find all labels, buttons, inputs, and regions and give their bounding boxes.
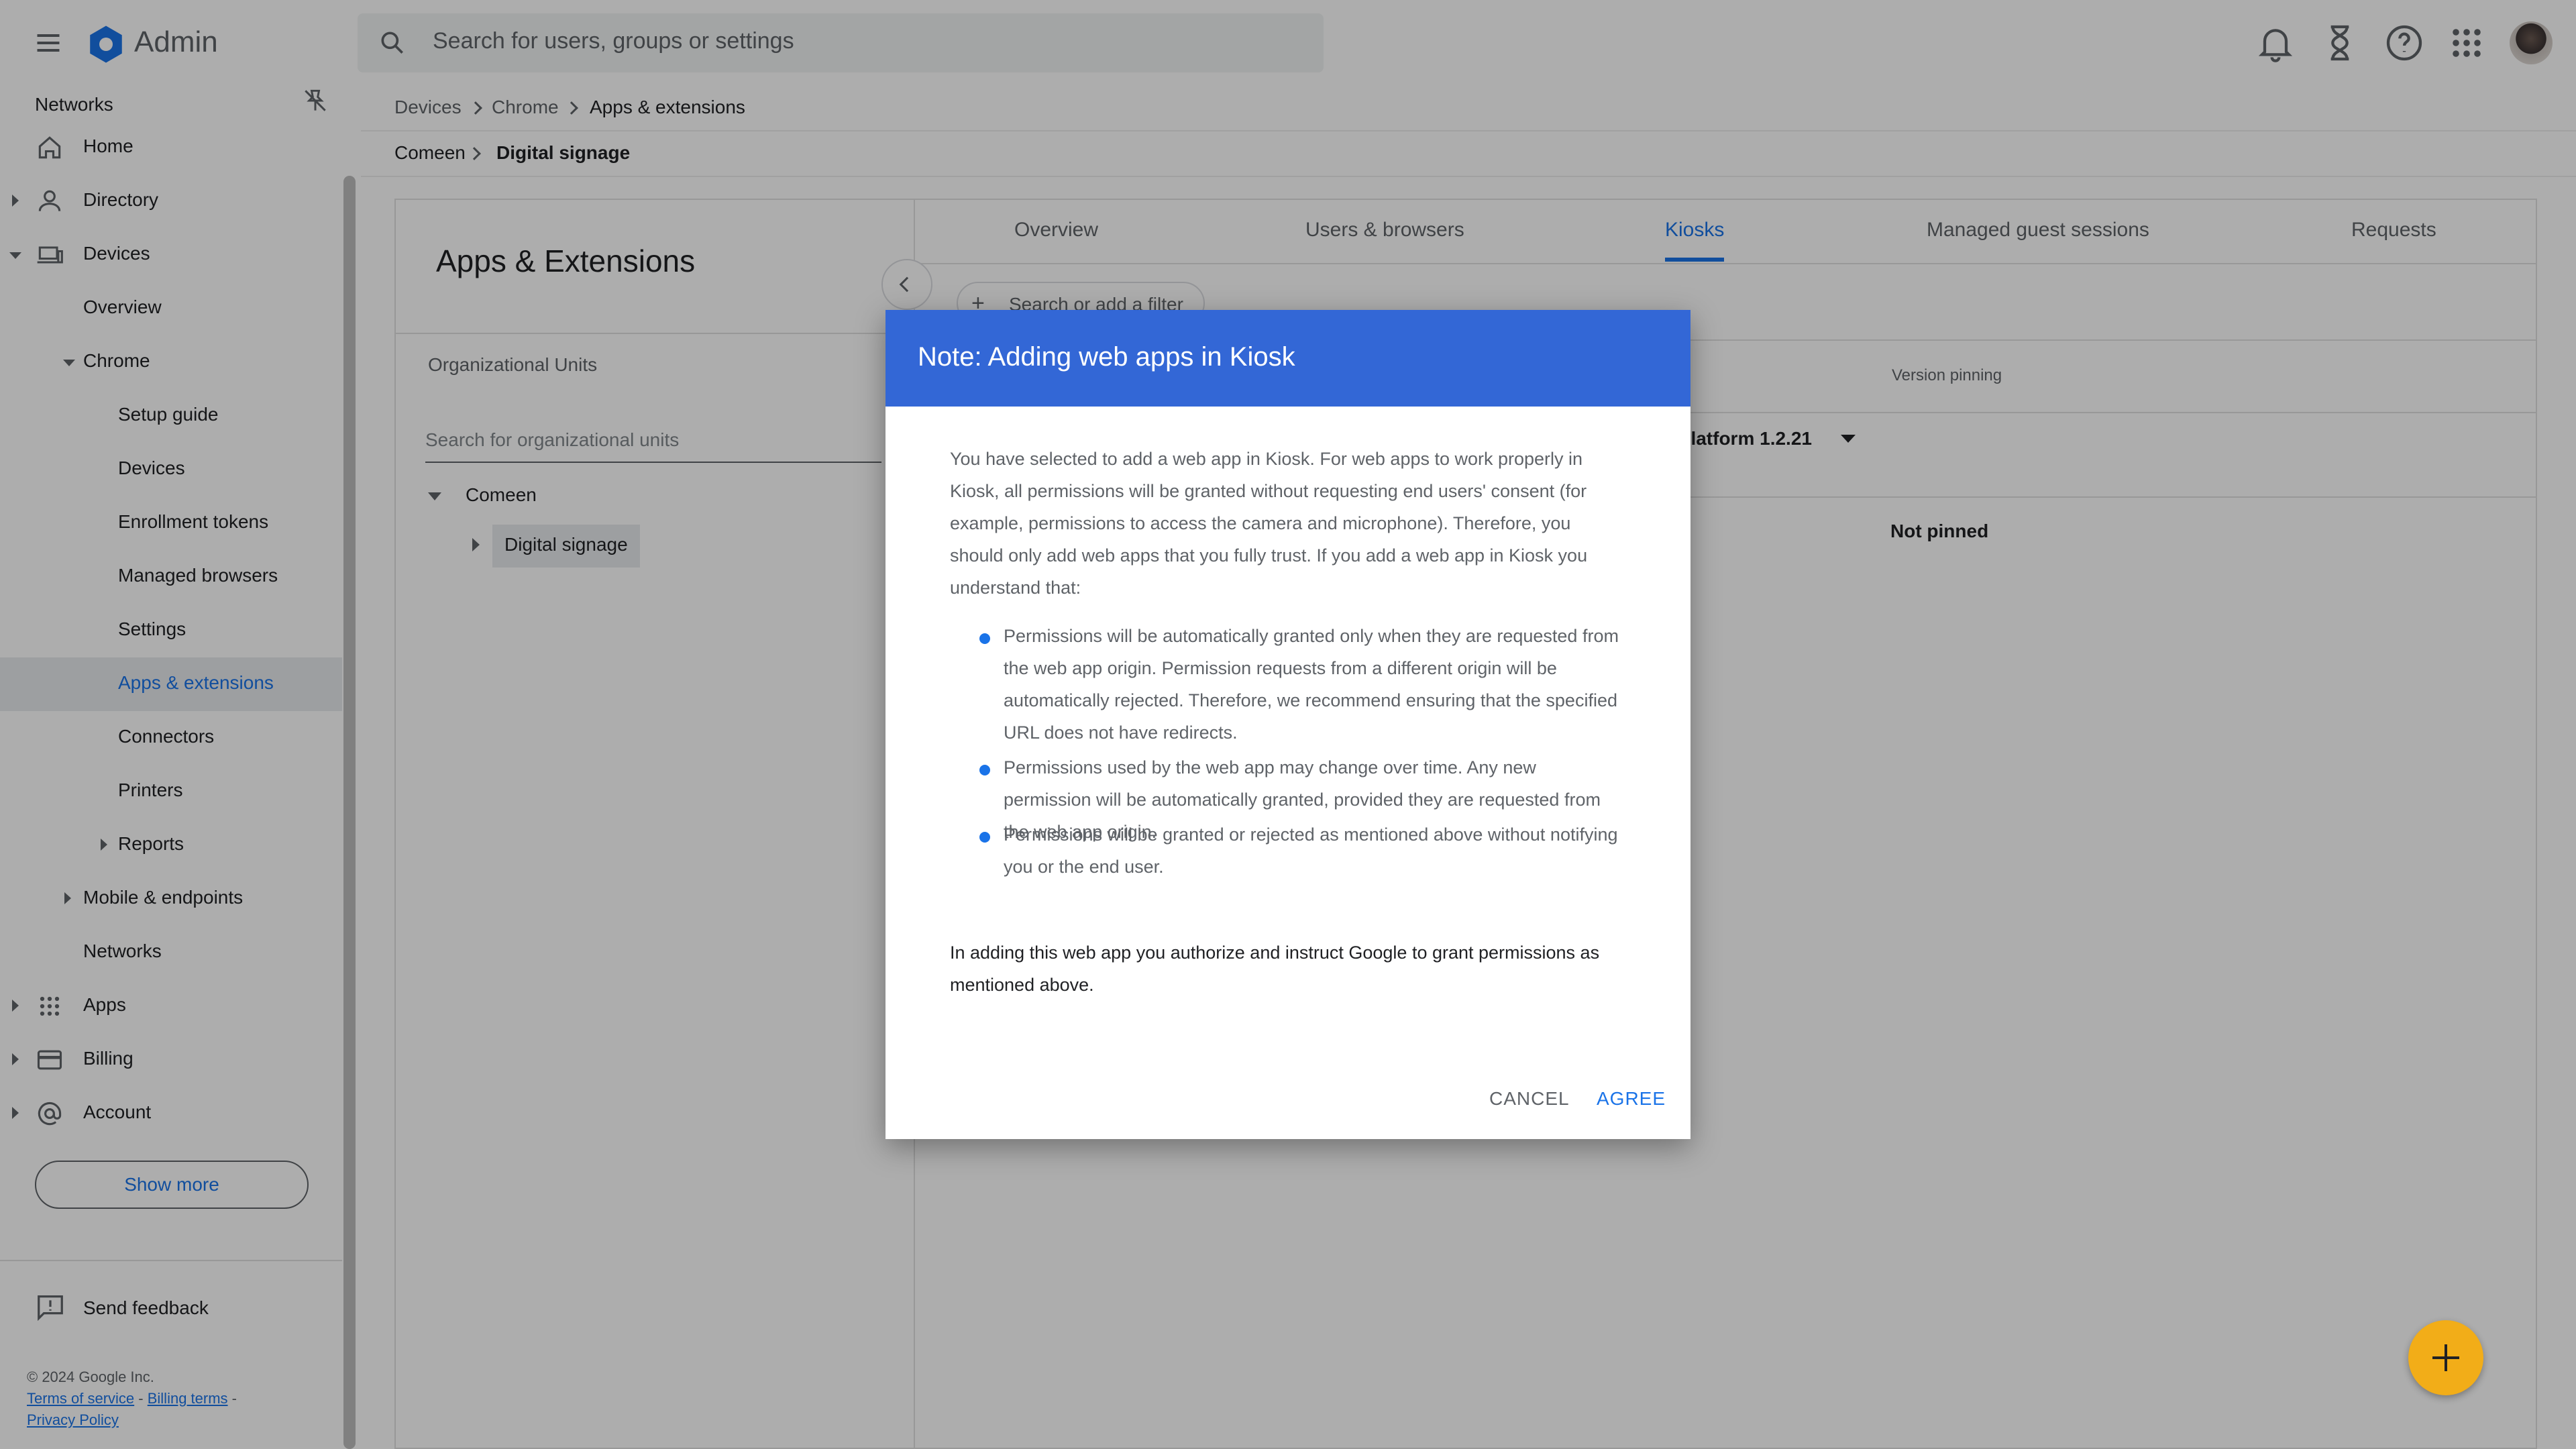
agree-button[interactable]: AGREE <box>1597 1088 1666 1110</box>
bullet-dot-icon <box>979 832 990 843</box>
bullet <box>979 832 990 843</box>
bullet <box>979 765 990 775</box>
kiosk-web-app-dialog: Note: Adding web apps in Kiosk You have … <box>885 310 1690 1139</box>
bullet-dot-icon <box>979 765 990 775</box>
plus-icon-stroke <box>2445 1344 2447 1371</box>
dialog-header: Note: Adding web apps in Kiosk <box>885 310 1690 407</box>
add-app-fab[interactable] <box>2408 1320 2483 1395</box>
dialog-bullet: Permissions will be granted or rejected … <box>1004 824 1618 877</box>
bullet <box>979 633 990 644</box>
dialog-intro: You have selected to add a web app in Ki… <box>950 449 1588 598</box>
dialog-title: Note: Adding web apps in Kiosk <box>918 342 1295 372</box>
dialog-closing: In adding this web app you authorize and… <box>950 943 1600 995</box>
dialog-bullet: Permissions will be automatically grante… <box>1004 626 1619 743</box>
cancel-button[interactable]: CANCEL <box>1489 1088 1570 1110</box>
bullet-dot-icon <box>979 633 990 644</box>
